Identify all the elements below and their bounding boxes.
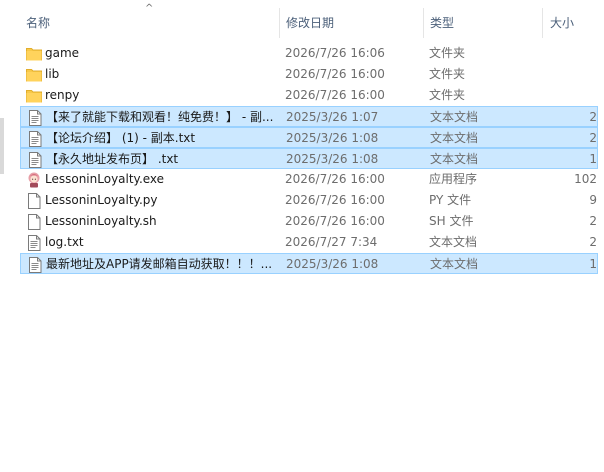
file-modified-date: 2025/3/26 1:08 [286,152,379,166]
file-modified-date: 2026/7/26 16:00 [285,172,385,186]
file-modified-date: 2026/7/26 16:06 [285,46,385,60]
file-name: lib [45,67,60,81]
file-size: 1 [589,257,597,271]
file-modified-date: 2026/7/26 16:00 [285,214,385,228]
folder-icon [26,85,42,106]
file-row[interactable]: lib 2026/7/26 16:00 文件夹 [20,64,598,85]
file-type: 文件夹 [429,46,466,60]
file-row[interactable]: LessoninLoyalty.py 2026/7/26 16:00 PY 文件 9 [20,190,598,211]
text-file-icon [27,128,43,149]
file-name: log.txt [45,235,84,249]
file-size [542,85,597,106]
file-modified-date: 2025/3/26 1:08 [286,257,379,271]
file-row[interactable]: LessoninLoyalty.exe 2026/7/26 16:00 应用程序 10… [20,169,598,190]
file-type: 文本文档 [430,110,479,124]
app-exe-icon [26,169,42,190]
folder-icon [26,43,42,64]
column-header-size[interactable]: 大小 [550,12,574,34]
file-name: 【永久地址发布页】 .txt [46,152,179,166]
file-size: 1 [589,152,597,166]
file-row[interactable]: 【来了就能下载和观看！纯免费！】 - 副... 2025/3/26 1:07 文本文… [20,106,598,127]
file-row[interactable]: LessoninLoyalty.sh 2026/7/26 16:00 SH 文件 2 [20,211,598,232]
text-file-icon [27,149,43,170]
file-size: 2 [589,214,597,228]
file-size: 2 [589,235,597,249]
text-file-icon [27,107,43,128]
column-header-bar: ^ 名称 修改日期 类型 大小 [0,0,604,38]
file-modified-date: 2025/3/26 1:07 [286,110,379,124]
file-size: 2 [589,110,597,124]
file-name: 最新地址及APP请发邮箱自动获取！！！... [46,257,273,271]
file-type: 文件夹 [429,88,466,102]
file-row[interactable]: renpy 2026/7/26 16:00 文件夹 [20,85,598,106]
column-divider[interactable] [542,8,543,38]
blank-file-icon [26,190,42,211]
file-modified-date: 2026/7/27 7:34 [285,235,378,249]
file-type: 应用程序 [429,172,478,186]
file-name: renpy [45,88,80,102]
file-modified-date: 2026/7/26 16:00 [285,67,385,81]
column-header-type[interactable]: 类型 [430,12,454,34]
file-type: 文本文档 [430,152,479,166]
file-type: SH 文件 [429,214,474,228]
file-type: PY 文件 [429,193,472,207]
file-row[interactable]: log.txt 2026/7/27 7:34 文本文档 2 [20,232,598,253]
file-row[interactable]: 【永久地址发布页】 .txt 2025/3/26 1:08 文本文档 1 [20,148,598,169]
column-header-name[interactable]: 名称 [26,12,50,34]
text-file-icon [27,254,43,275]
file-size [542,43,597,64]
column-divider[interactable] [279,8,280,38]
column-header-date[interactable]: 修改日期 [286,12,334,34]
file-name: 【来了就能下载和观看！纯免费！】 - 副... [46,110,274,124]
file-size: 102 [574,172,597,186]
file-name: LessoninLoyalty.py [45,193,158,207]
column-divider[interactable] [423,8,424,38]
file-row[interactable]: 最新地址及APP请发邮箱自动获取！！！... 2025/3/26 1:08 文本文档… [20,253,598,274]
navigation-pane-edge [0,118,4,174]
file-size [542,64,597,85]
text-file-icon [26,232,42,253]
file-modified-date: 2026/7/26 16:00 [285,193,385,207]
file-type: 文件夹 [429,67,466,81]
sort-ascending-icon: ^ [145,3,154,14]
file-name: 【论坛介绍】 (1) - 副本.txt [46,131,196,145]
blank-file-icon [26,211,42,232]
file-type: 文本文档 [430,257,479,271]
file-modified-date: 2025/3/26 1:08 [286,131,379,145]
file-name: game [45,46,80,60]
file-name: LessoninLoyalty.exe [45,172,165,186]
file-type: 文本文档 [429,235,478,249]
file-name: LessoninLoyalty.sh [45,214,157,228]
file-type: 文本文档 [430,131,479,145]
file-size: 2 [589,131,597,145]
file-row[interactable]: game 2026/7/26 16:06 文件夹 [20,43,598,64]
file-row[interactable]: 【论坛介绍】 (1) - 副本.txt 2025/3/26 1:08 文本文档 2 [20,127,598,148]
file-size: 9 [589,193,597,207]
file-modified-date: 2026/7/26 16:00 [285,88,385,102]
folder-icon [26,64,42,85]
